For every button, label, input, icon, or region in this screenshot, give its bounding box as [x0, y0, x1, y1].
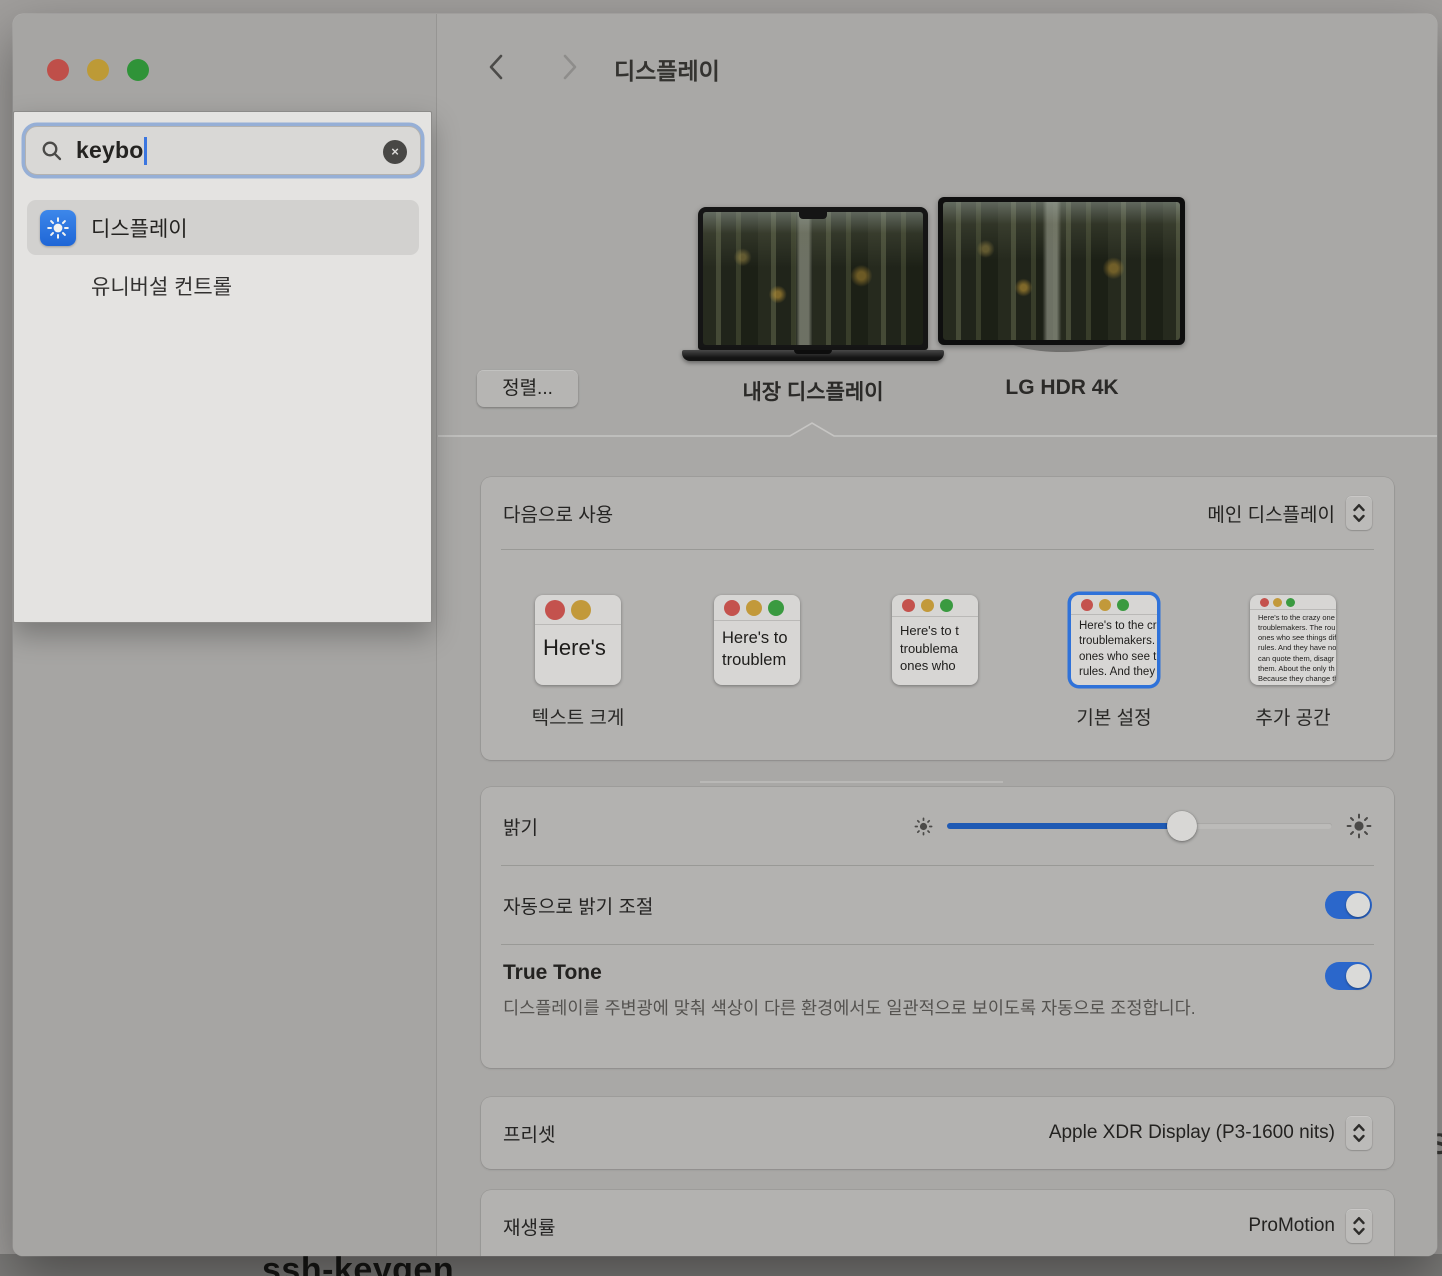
scale-option-more-space[interactable]: Here's to the crazy onetroublemakers. Th… — [1213, 595, 1373, 730]
search-result-label: 유니버설 컨트롤 — [91, 271, 232, 301]
builtin-display-label: 내장 디스플레이 — [703, 376, 923, 406]
selected-display-divider — [438, 421, 1437, 439]
refresh-rate-value: ProMotion — [1248, 1215, 1335, 1237]
brightness-card: 밝기 — [481, 787, 1394, 1068]
scale-preview-window: Here's to the crazy onetroublemakers. Th… — [1250, 595, 1336, 685]
zoom-button[interactable] — [127, 59, 149, 81]
preset-label: 프리셋 — [503, 1120, 555, 1147]
wallpaper-thumbnail — [943, 202, 1180, 340]
search-query-text: keybo — [76, 137, 143, 164]
wallpaper-thumbnail — [703, 212, 923, 345]
chevron-up-down-icon — [1346, 496, 1372, 530]
traffic-dot — [1099, 599, 1111, 611]
traffic-dot — [1260, 598, 1269, 607]
lg-display-label: LG HDR 4K — [952, 376, 1172, 400]
true-tone-toggle[interactable] — [1325, 962, 1372, 990]
camera-notch — [799, 212, 827, 219]
scale-preview-window: Here's to ttroublemaones who — [892, 595, 978, 685]
scale-option-2[interactable]: Here's totroublem — [677, 595, 837, 690]
traffic-dot — [746, 600, 762, 616]
display-brightness-icon — [40, 210, 76, 246]
text-caret — [144, 137, 147, 165]
brightness-row: 밝기 — [481, 787, 1394, 865]
refresh-rate-label: 재생률 — [503, 1213, 555, 1240]
traffic-dot — [1273, 598, 1282, 607]
true-tone-description: 디스플레이를 주변광에 맞춰 색상이 다른 환경에서도 일관적으로 보이도록 자… — [503, 994, 1243, 1022]
sidebar: keybo × 디스플레이 — [13, 14, 437, 1256]
chevron-up-down-icon — [1346, 1116, 1372, 1150]
brightness-dim-icon — [914, 817, 933, 836]
search-result-label: 디스플레이 — [91, 213, 188, 243]
scale-option-3[interactable]: Here's to ttroublemaones who — [855, 595, 1015, 690]
scale-option-larger-text[interactable]: Here's 텍스트 크게 — [498, 595, 658, 730]
display-settings-pane: 디스플레이 정렬... 내장 디스플레이 LG HDR 4K 다음으로 사용 메… — [438, 14, 1437, 1256]
builtin-display-thumbnail[interactable] — [698, 207, 928, 361]
preset-card: 프리셋 Apple XDR Display (P3-1600 nits) — [481, 1097, 1394, 1169]
arrange-displays-button[interactable]: 정렬... — [477, 370, 578, 407]
scaling-track-line — [700, 781, 1003, 783]
lg-display-thumbnail[interactable] — [938, 197, 1185, 345]
use-as-popup[interactable]: 메인 디스플레이 — [1207, 496, 1372, 530]
scaling-options: Here's 텍스트 크게 Here's totroublem Here's t… — [481, 550, 1394, 760]
close-button[interactable] — [47, 59, 69, 81]
traffic-dot — [921, 599, 934, 612]
use-as-label: 다음으로 사용 — [503, 500, 613, 527]
search-icon — [41, 140, 63, 162]
traffic-dot — [724, 600, 740, 616]
chevron-up-down-icon — [1346, 1209, 1372, 1243]
refresh-rate-card: 재생률 ProMotion — [481, 1190, 1394, 1256]
preset-popup[interactable]: Apple XDR Display (P3-1600 nits) — [1049, 1116, 1372, 1150]
scale-option-label: 텍스트 크게 — [498, 703, 658, 730]
traffic-dot — [1286, 598, 1295, 607]
search-result-display[interactable]: 디스플레이 — [27, 200, 419, 255]
slider-knob[interactable] — [1167, 811, 1197, 841]
preset-row: 프리셋 Apple XDR Display (P3-1600 nits) — [481, 1097, 1394, 1169]
toggle-knob — [1346, 964, 1370, 988]
use-as-row: 다음으로 사용 메인 디스플레이 — [481, 477, 1394, 549]
slider-fill — [947, 823, 1182, 829]
refresh-rate-popup[interactable]: ProMotion — [1248, 1209, 1372, 1243]
traffic-dot — [940, 599, 953, 612]
laptop-base — [682, 350, 944, 361]
traffic-dot — [545, 600, 565, 620]
brightness-label: 밝기 — [503, 813, 538, 840]
auto-brightness-toggle[interactable] — [1325, 891, 1372, 919]
refresh-rate-row: 재생률 ProMotion — [481, 1190, 1394, 1256]
search-results-panel: keybo × 디스플레이 — [13, 111, 432, 623]
traffic-dot — [902, 599, 915, 612]
scale-preview-window: Here's totroublem — [714, 595, 800, 685]
true-tone-label: True Tone — [503, 961, 1372, 985]
scale-option-default[interactable]: Here's to the crtroublemakers.ones who s… — [1034, 595, 1194, 730]
system-settings-window: keybo × 디스플레이 — [13, 14, 1437, 1256]
auto-brightness-label: 자동으로 밝기 조절 — [503, 892, 653, 919]
search-result-universal-control[interactable]: 유니버설 컨트롤 — [14, 264, 433, 308]
terminal-command-text: ssh-keygen — [262, 1254, 454, 1276]
auto-brightness-row: 자동으로 밝기 조절 — [481, 866, 1394, 944]
page-title: 디스플레이 — [614, 52, 720, 86]
preset-value: Apple XDR Display (P3-1600 nits) — [1049, 1122, 1335, 1144]
clear-search-button[interactable]: × — [383, 140, 407, 164]
scale-option-label: 추가 공간 — [1213, 703, 1373, 730]
scale-preview-window: Here's — [535, 595, 621, 685]
forward-button[interactable] — [554, 52, 584, 82]
terminal-band: ssh-keygen — [0, 1254, 1442, 1276]
scale-preview-window-selected: Here's to the crtroublemakers.ones who s… — [1071, 595, 1157, 685]
resolution-card: 다음으로 사용 메인 디스플레이 Here's 텍스트 크게 — [481, 477, 1394, 760]
true-tone-row: True Tone 디스플레이를 주변광에 맞춰 색상이 다른 환경에서도 일관… — [481, 945, 1394, 1022]
minimize-button[interactable] — [87, 59, 109, 81]
toggle-knob — [1346, 893, 1370, 917]
traffic-dot — [1117, 599, 1129, 611]
back-button[interactable] — [482, 52, 512, 82]
traffic-dot — [768, 600, 784, 616]
brightness-bright-icon — [1346, 813, 1372, 839]
traffic-dot — [571, 600, 591, 620]
scale-option-label: 기본 설정 — [1034, 703, 1194, 730]
use-as-value: 메인 디스플레이 — [1207, 500, 1335, 527]
traffic-dot — [1081, 599, 1093, 611]
search-input[interactable]: keybo × — [25, 126, 421, 175]
brightness-slider[interactable] — [947, 811, 1332, 841]
